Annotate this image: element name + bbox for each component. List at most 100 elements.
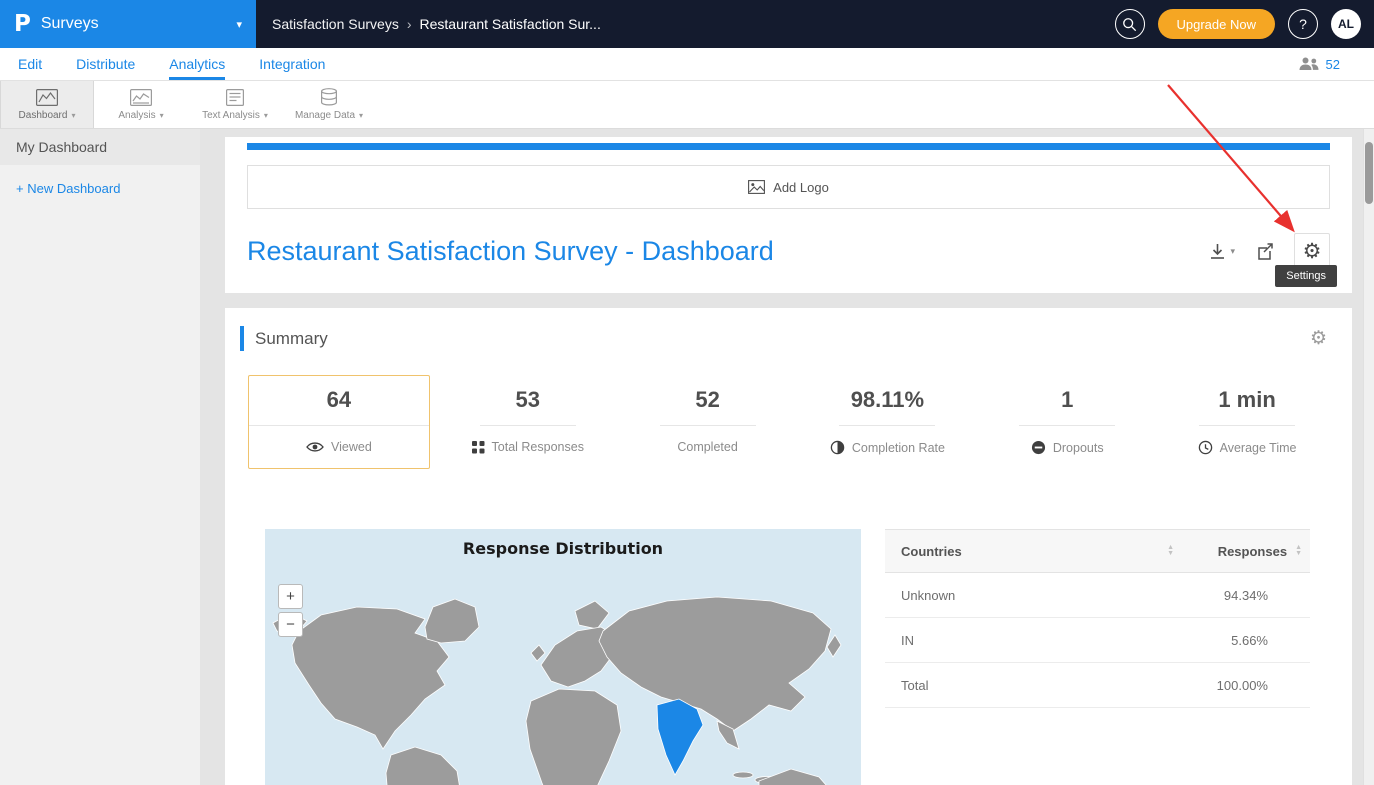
title-row: Restaurant Satisfaction Survey - Dashboa… (247, 209, 1330, 293)
summary-settings-icon[interactable]: ⚙ (1310, 329, 1327, 348)
stat-completed[interactable]: 52 Completed (618, 375, 798, 469)
upgrade-now-button[interactable]: Upgrade Now (1158, 9, 1276, 39)
image-icon (748, 180, 765, 194)
minus-circle-icon (1031, 440, 1046, 455)
stat-value: 98.11% (797, 387, 977, 413)
stat-label: Completion Rate (852, 441, 945, 455)
collaborators[interactable]: 52 (1299, 48, 1374, 80)
column-header-responses[interactable]: Responses ▲▼ (1188, 544, 1310, 559)
country-cell: IN (885, 633, 1188, 648)
dashboard-header-card: Add Logo Restaurant Satisfaction Survey … (225, 137, 1352, 293)
map-title: Response Distribution (265, 529, 861, 558)
country-cell: Total (885, 678, 1188, 693)
summary-heading: Summary (255, 329, 328, 349)
new-dashboard-link[interactable]: + New Dashboard (16, 181, 184, 196)
scrollbar-thumb[interactable] (1365, 142, 1373, 204)
zoom-in-button[interactable]: + (278, 584, 303, 609)
breadcrumb-parent[interactable]: Satisfaction Surveys (272, 16, 399, 32)
column-header-countries[interactable]: Countries ▲▼ (885, 544, 1188, 559)
eye-icon (306, 441, 324, 453)
stat-value: 52 (618, 387, 798, 413)
response-distribution-section: Response Distribution + − (240, 529, 1337, 785)
toolbar-label: Manage Data (295, 110, 355, 121)
sort-icon[interactable]: ▲▼ (1295, 545, 1302, 557)
title-actions: ▾ ⚙ (1208, 233, 1330, 269)
analytics-toolbar: Dashboard ▾ Analysis ▾ Text Analysis ▾ (0, 81, 1374, 129)
search-icon (1122, 17, 1137, 32)
divider (480, 425, 576, 426)
column-label: Responses (1218, 544, 1287, 559)
stat-total-responses[interactable]: 53 Total Responses (438, 375, 618, 469)
stat-label: Viewed (331, 440, 372, 454)
summary-header: Summary ⚙ (240, 326, 1337, 351)
stat-value: 1 (977, 387, 1157, 413)
response-distribution-map[interactable]: Response Distribution + − (265, 529, 861, 785)
dashboard-sidebar: My Dashboard + New Dashboard (0, 129, 200, 785)
stat-label: Completed (677, 440, 737, 454)
responses-cell: 100.00% (1188, 678, 1310, 693)
toolbar-item-manage-data[interactable]: Manage Data ▾ (282, 81, 376, 128)
search-button[interactable] (1115, 9, 1145, 39)
divider (839, 425, 935, 426)
line-chart-icon (36, 89, 58, 106)
tab-edit[interactable]: Edit (18, 48, 42, 80)
gear-icon: ⚙ (1303, 241, 1322, 262)
settings-button[interactable]: ⚙ (1294, 233, 1330, 269)
stat-average-time[interactable]: 1 min Average Time (1157, 375, 1337, 469)
stat-label: Total Responses (492, 440, 584, 454)
vertical-scrollbar[interactable] (1363, 129, 1374, 785)
toolbar-label: Analysis (118, 110, 155, 121)
tab-analytics[interactable]: Analytics (169, 48, 225, 80)
country-cell: Unknown (885, 588, 1188, 603)
divider (1019, 425, 1115, 426)
stat-completion-rate[interactable]: 98.11% Completion Rate (797, 375, 977, 469)
add-logo-button[interactable]: Add Logo (247, 165, 1330, 209)
help-button[interactable]: ? (1288, 9, 1318, 39)
tab-distribute[interactable]: Distribute (76, 48, 135, 80)
breadcrumb: Satisfaction Surveys › Restaurant Satisf… (272, 16, 601, 32)
add-logo-label: Add Logo (773, 180, 829, 195)
stat-value: 53 (438, 387, 618, 413)
countries-table: Countries ▲▼ Responses ▲▼ Unknown 94. (885, 529, 1310, 785)
stat-value: 1 min (1157, 387, 1337, 413)
sidebar-item-my-dashboard[interactable]: My Dashboard (0, 129, 200, 165)
grid-icon (472, 441, 485, 454)
toolbar-item-dashboard[interactable]: Dashboard ▾ (0, 81, 94, 128)
zoom-out-button[interactable]: − (278, 612, 303, 637)
section-accent-bar (240, 326, 244, 351)
chevron-down-icon[interactable]: ▾ (236, 18, 242, 31)
summary-stats-row: 64 Viewed 53 Tota (240, 375, 1337, 469)
download-button[interactable]: ▾ (1208, 242, 1235, 261)
stat-viewed[interactable]: 64 Viewed (248, 375, 430, 469)
topbar-actions: Upgrade Now ? AL (1115, 9, 1374, 39)
share-icon (1255, 242, 1274, 261)
table-row: Unknown 94.34% (885, 573, 1310, 618)
map-zoom-controls: + − (278, 584, 303, 637)
stat-label: Average Time (1220, 441, 1297, 455)
table-row: Total 100.00% (885, 663, 1310, 708)
chevron-down-icon: ▾ (1230, 246, 1235, 257)
people-icon (1299, 57, 1319, 71)
table-row: IN 5.66% (885, 618, 1310, 663)
stat-value: 64 (249, 387, 429, 413)
toolbar-item-text-analysis[interactable]: Text Analysis ▾ (188, 81, 282, 128)
avatar[interactable]: AL (1331, 9, 1361, 39)
collaborators-count[interactable]: 52 (1326, 57, 1340, 72)
download-icon (1208, 242, 1227, 261)
responses-cell: 94.34% (1188, 588, 1310, 603)
page-title: Restaurant Satisfaction Survey - Dashboa… (247, 236, 774, 267)
app-switcher[interactable]: P Surveys ▾ (0, 0, 256, 48)
divider (249, 425, 429, 426)
stat-dropouts[interactable]: 1 Dropouts (977, 375, 1157, 469)
stat-label: Dropouts (1053, 441, 1104, 455)
topbar: P Surveys ▾ Satisfaction Surveys › Resta… (0, 0, 1374, 48)
table-header: Countries ▲▼ Responses ▲▼ (885, 529, 1310, 573)
app-name: Surveys (41, 15, 99, 33)
world-map[interactable] (265, 569, 861, 785)
text-document-icon (225, 89, 245, 106)
sort-icon[interactable]: ▲▼ (1167, 545, 1174, 557)
toolbar-item-analysis[interactable]: Analysis ▾ (94, 81, 188, 128)
questionpro-logo: P (14, 11, 31, 37)
share-button[interactable] (1255, 242, 1274, 261)
tab-integration[interactable]: Integration (259, 48, 325, 80)
